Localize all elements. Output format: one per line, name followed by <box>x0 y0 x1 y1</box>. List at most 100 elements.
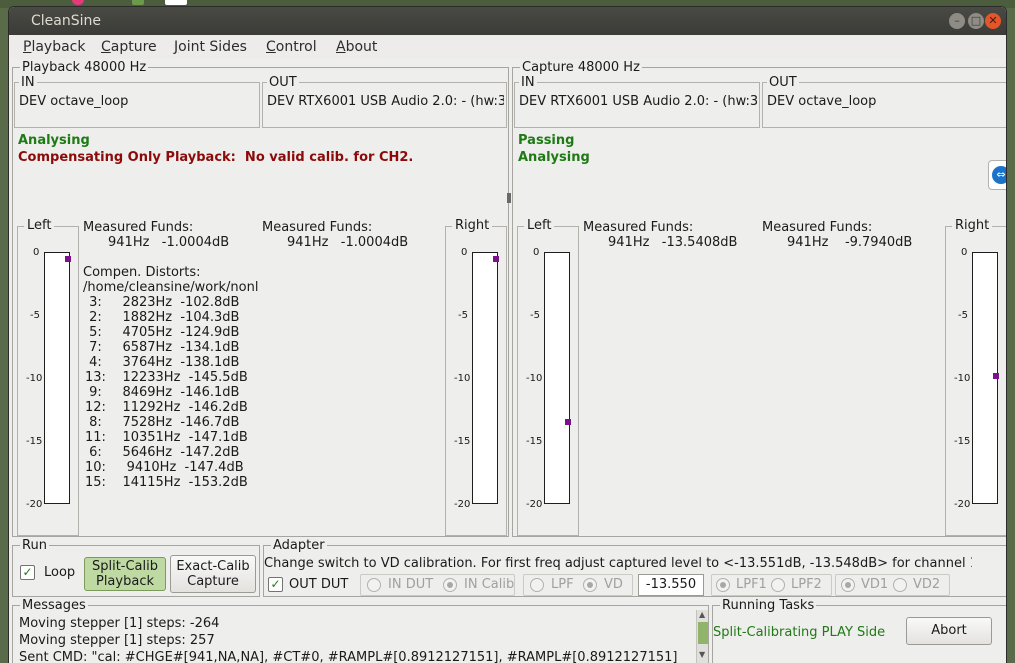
vd2-label: VD2 <box>913 577 941 592</box>
minimize-button[interactable]: – <box>949 13 965 29</box>
level-input[interactable]: -13.550 <box>638 574 704 596</box>
capture-funds-right-title: Measured Funds: <box>762 220 873 235</box>
close-button[interactable]: ✕ <box>985 13 1001 29</box>
messages-scrollbar[interactable]: ▲ ▼ <box>696 610 708 663</box>
distort-row: 8: 7528Hz -146.7dB <box>85 415 240 430</box>
playback-funds-left-value: 941Hz -1.0004dB <box>108 235 230 250</box>
distorts-path: /home/cleansine/work/nonl <box>83 280 259 295</box>
playback-right-title: Right <box>452 218 493 233</box>
tick-label: -15 <box>26 436 43 447</box>
in-calib-radio[interactable] <box>443 578 457 592</box>
playback-out-device: OUT DEV RTX6001 USB Audio 2.0: - (hw:3 <box>262 75 507 128</box>
playback-status-compensating: Compensating Only Playback: No valid cal… <box>18 150 414 165</box>
scroll-marker <box>507 193 511 203</box>
distort-row: 3: 2823Hz -102.8dB <box>85 295 240 310</box>
lpf-radio[interactable] <box>530 578 544 592</box>
tick-label: -10 <box>526 373 543 384</box>
tick-label: -10 <box>954 373 971 384</box>
playback-right-level-bar <box>472 252 499 504</box>
loop-label: Loop <box>44 565 76 580</box>
vd2-radio[interactable] <box>893 578 907 592</box>
lpf1-radio[interactable] <box>716 578 730 592</box>
tick-label: -10 <box>454 373 471 384</box>
capture-out-label: OUT <box>767 75 799 90</box>
distort-row: 5: 4705Hz -124.9dB <box>85 325 240 340</box>
message-line: Moving stepper [1] steps: -264 <box>19 616 220 631</box>
menu-mnemonic: A <box>336 39 346 55</box>
menu-label: oint Sides <box>178 39 247 55</box>
distort-row: 2: 1882Hz -104.3dB <box>85 310 240 325</box>
capture-right-title: Right <box>952 218 993 233</box>
capture-in-value: DEV RTX6001 USB Audio 2.0: - (hw:3 <box>519 94 757 109</box>
playback-left-level-bar <box>44 252 71 504</box>
menu-label: ontrol <box>275 39 317 55</box>
adapter-message: Change switch to VD calibration. For fir… <box>264 556 972 571</box>
vd1-radio[interactable] <box>841 578 855 592</box>
tick-label: 0 <box>33 247 40 258</box>
side-tab[interactable]: ⇔ <box>988 160 1006 190</box>
playback-funds-right-title: Measured Funds: <box>262 220 373 235</box>
scroll-down-icon[interactable]: ▼ <box>699 650 705 659</box>
distort-row: 9: 8469Hz -146.1dB <box>85 385 240 400</box>
vd-radio[interactable] <box>583 578 597 592</box>
desktop-icon <box>132 0 144 5</box>
split-calib-playback-button[interactable]: Split-Calib Playback <box>84 557 166 591</box>
capture-left-meter-panel: Left 0 -5 -10 -15 -20 <box>517 218 579 536</box>
menu-playback[interactable]: Playback <box>23 39 85 55</box>
tick-label: -10 <box>26 373 43 384</box>
level-marker <box>565 418 571 425</box>
playback-right-meter-panel: Right 0 -5 -10 -15 -20 <box>445 218 507 536</box>
playback-out-value: DEV RTX6001 USB Audio 2.0: - (hw:3 <box>267 94 504 109</box>
in-dut-radio[interactable] <box>367 578 381 592</box>
desktop-icon <box>72 0 84 5</box>
lpf2-radio[interactable] <box>771 578 785 592</box>
level-marker <box>493 256 499 263</box>
menu-capture[interactable]: Capture <box>101 39 157 55</box>
loop-checkbox[interactable]: ✓ <box>20 565 35 580</box>
lpf-label: LPF <box>551 577 574 592</box>
running-tasks-title: Running Tasks <box>720 598 817 613</box>
capture-funds-right-value: 941Hz -9.7940dB <box>787 235 913 250</box>
scroll-up-icon[interactable]: ▲ <box>699 610 705 619</box>
adapter-panel: Adapter Change switch to VD calibration.… <box>263 538 1006 597</box>
lpf-select-radio-group: LPF1 LPF2 <box>711 574 832 596</box>
adapter-title: Adapter <box>271 538 327 553</box>
menu-about[interactable]: About <box>336 39 377 55</box>
tick-label: -20 <box>454 499 471 510</box>
capture-status-passing: Passing <box>518 133 575 148</box>
message-line: Sent CMD: "cal: #CHGE#[941,NA,NA], #CT#0… <box>19 650 678 663</box>
desktop-icon <box>165 0 187 5</box>
capture-status-analysing: Analysing <box>518 150 590 165</box>
messages-title: Messages <box>20 598 88 613</box>
menu-joint-sides[interactable]: Joint Sides <box>174 39 247 55</box>
menu-bar: Playback Capture Joint Sides Control Abo… <box>9 35 1006 59</box>
distorts-title: Compen. Distorts: <box>83 265 201 280</box>
lpf2-label: LPF2 <box>791 577 822 592</box>
capture-left-level-bar <box>544 252 571 504</box>
scrollbar-thumb[interactable] <box>698 622 708 644</box>
playback-in-value: DEV octave_loop <box>19 94 129 109</box>
capture-right-level-bar <box>972 252 999 504</box>
tick-label: -5 <box>30 310 40 321</box>
remote-control-icon: ⇔ <box>992 166 1006 184</box>
menu-control[interactable]: Control <box>266 39 317 55</box>
out-dut-checkbox[interactable]: ✓ <box>268 577 283 592</box>
out-dut-label: OUT DUT <box>289 577 349 592</box>
capture-in-device: IN DEV RTX6001 USB Audio 2.0: - (hw:3 <box>514 75 760 128</box>
distort-row: 15: 14115Hz -153.2dB <box>85 475 248 490</box>
dut-radio-group: IN DUT IN Calib <box>360 574 515 596</box>
tick-label: -20 <box>526 499 543 510</box>
menu-label: layback <box>31 39 86 55</box>
playback-in-label: IN <box>19 75 37 90</box>
maximize-button[interactable]: □ <box>968 13 984 29</box>
exact-calib-capture-button[interactable]: Exact-Calib Capture <box>170 555 256 593</box>
abort-button[interactable]: Abort <box>906 617 992 645</box>
tick-label: -5 <box>958 310 968 321</box>
distort-row: 6: 5646Hz -147.2dB <box>85 445 240 460</box>
capture-title: Capture 48000 Hz <box>520 60 642 75</box>
distort-row: 7: 6587Hz -134.1dB <box>85 340 240 355</box>
tick-label: 0 <box>961 247 968 258</box>
tick-label: 0 <box>533 247 540 258</box>
vd-select-radio-group: VD1 VD2 <box>835 574 950 596</box>
tick-label: -5 <box>530 310 540 321</box>
